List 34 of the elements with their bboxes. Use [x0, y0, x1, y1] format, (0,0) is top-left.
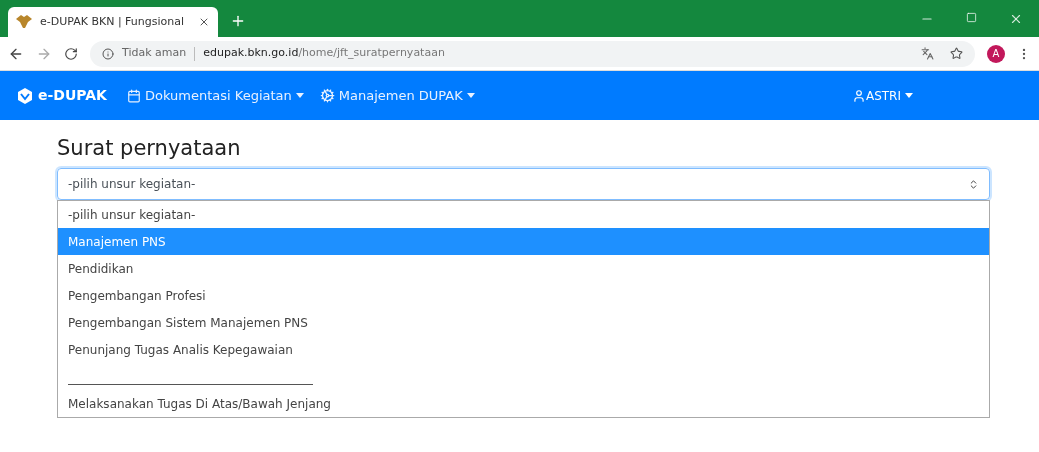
dropdown-option[interactable]: Pendidikan [58, 255, 989, 282]
dropdown-option[interactable]: Melaksanakan Tugas Di Atas/Bawah Jenjang [58, 390, 989, 417]
close-icon[interactable] [198, 16, 210, 28]
security-label: Tidak aman [122, 45, 187, 62]
caret-icon [466, 93, 475, 98]
dropdown-option[interactable]: Pengembangan Profesi [58, 282, 989, 309]
bookmark-star-icon[interactable] [950, 47, 963, 60]
info-icon [102, 47, 114, 60]
shield-logo-icon [16, 86, 34, 105]
select-field[interactable]: -pilih unsur kegiatan- [57, 168, 990, 200]
user-icon [851, 88, 866, 103]
user-menu[interactable]: ASTRI [851, 86, 913, 105]
dropdown-option[interactable]: Pengembangan Sistem Manajemen PNS [58, 309, 989, 336]
profile-avatar[interactable]: A [987, 44, 1005, 63]
calendar-icon [126, 88, 141, 103]
url-text: edupak.bkn.go.id/home/jft_suratpernyataan [203, 45, 445, 62]
dropdown-option[interactable]: -pilih unsur kegiatan- [58, 201, 989, 228]
nav-menu-link[interactable]: Manajemen DUPAK [319, 85, 475, 106]
brand-name[interactable]: e-DUPAK [38, 85, 107, 106]
translate-icon[interactable] [921, 47, 934, 60]
tab-title: e-DUPAK BKN | Fungsional [40, 13, 186, 30]
close-icon[interactable] [1009, 12, 1023, 26]
browser-tab[interactable]: e-DUPAK BKN | Fungsional [8, 7, 218, 37]
address-field[interactable]: Tidak aman edupak.bkn.go.id/home/jft_suratpernyataan [90, 40, 975, 67]
nav-menu-link[interactable]: Dokumentasi Kegiatan [126, 85, 304, 106]
reload-icon[interactable] [64, 46, 78, 61]
maximize-icon[interactable] [966, 12, 977, 23]
select-arrows-icon [968, 178, 979, 190]
gears-icon [319, 88, 335, 103]
page-title: Surat pernyataan [57, 135, 242, 162]
caret-icon [295, 93, 304, 98]
dropdown-option[interactable]: Penunjang Tugas Analis Kepegawaian [58, 336, 989, 363]
caret-icon [905, 93, 913, 98]
new-tab-icon[interactable] [230, 13, 246, 29]
